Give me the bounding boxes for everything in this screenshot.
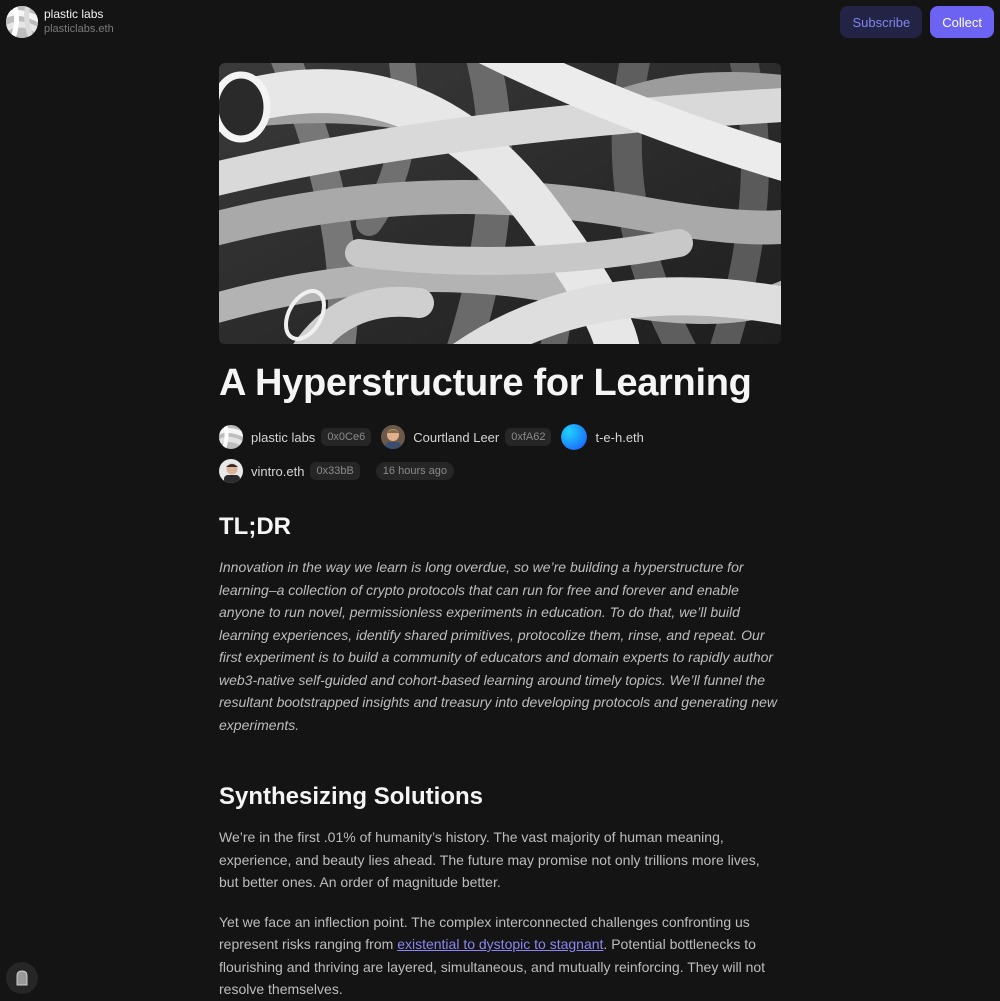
- courtland-leer-avatar: [381, 425, 406, 449]
- author-name: vintro.eth: [251, 463, 305, 479]
- author-courtland-leer[interactable]: Courtland Leer 0xfA62: [381, 425, 552, 449]
- author-list: plastic labs 0x0Ce6 Courtland Leer 0xfA6…: [219, 424, 781, 484]
- author-name: Courtland Leer: [413, 429, 500, 445]
- abstract-tubes-illustration: [219, 63, 781, 344]
- author-address: 0x33bB: [310, 462, 360, 480]
- author-plastic-labs[interactable]: plastic labs 0x0Ce6: [219, 425, 372, 449]
- inline-link[interactable]: existential to dystopic to stagnant: [397, 936, 603, 952]
- paragraph: We’re in the first .01% of humanity’s hi…: [219, 829, 760, 890]
- publication-link[interactable]: plastic labs plasticlabs.eth: [0, 6, 114, 38]
- article-title: A Hyperstructure for Learning: [219, 362, 752, 404]
- top-bar: plastic labs plasticlabs.eth Subscribe C…: [0, 0, 1000, 44]
- author-t-e-h[interactable]: t-e-h.eth: [561, 424, 649, 450]
- publication-ens: plasticlabs.eth: [44, 23, 114, 35]
- author-name: plastic labs: [251, 429, 316, 445]
- plastic-labs-avatar: [219, 425, 243, 449]
- publication-name: plastic labs: [44, 7, 104, 21]
- paragraph: Yet we face an inflection point. The com…: [219, 911, 781, 1001]
- published-time: 16 hours ago: [375, 462, 455, 480]
- publication-avatar: [6, 6, 38, 38]
- hero-image: [219, 63, 781, 344]
- author-address: 0x0Ce6: [321, 428, 372, 446]
- floating-action-button[interactable]: [6, 962, 38, 994]
- collect-button[interactable]: Collect: [930, 6, 994, 38]
- author-vintro[interactable]: vintro.eth 0x33bB: [219, 459, 360, 483]
- author-address: 0xfA62: [505, 428, 552, 446]
- author-name: t-e-h.eth: [595, 429, 644, 445]
- section-heading: Synthesizing Solutions: [219, 783, 484, 810]
- vintro-avatar: [219, 459, 243, 483]
- t-e-h-avatar: [561, 424, 588, 450]
- tldr-heading: TL;DR: [219, 513, 291, 540]
- subscribe-button[interactable]: Subscribe: [840, 6, 923, 38]
- tldr-text: Innovation in the way we learn is long o…: [219, 559, 778, 733]
- bookmark-icon: [16, 970, 28, 986]
- article: A Hyperstructure for Learning plastic la…: [219, 63, 781, 1001]
